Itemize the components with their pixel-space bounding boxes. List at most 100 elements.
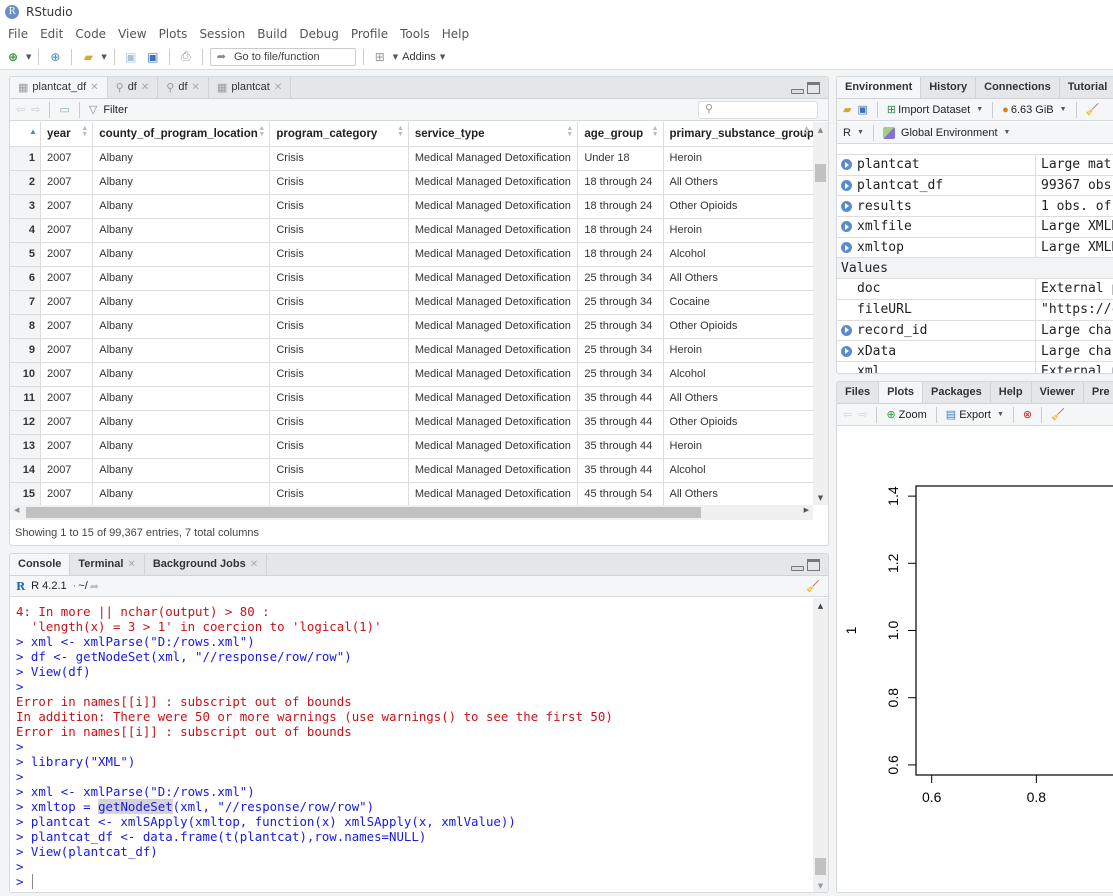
expand-icon[interactable] [841,345,852,357]
env-row[interactable]: xData Large char [837,341,1113,362]
tab-connections[interactable]: Connections [976,77,1060,98]
chevron-down-icon[interactable]: ▼ [101,53,106,61]
sort-icon[interactable]: ▲ ▼ [258,125,265,138]
column-header-county_of_program_location[interactable]: county_of_program_location ▲ ▼ [92,122,271,147]
tab-packages[interactable]: Packages [923,382,991,403]
tab-plantcat_df[interactable]: ▦ plantcat_df ✕ [10,77,108,98]
tab-df[interactable]: ⚲ df ✕ [108,77,159,98]
clear-plots-icon[interactable]: 🧹 [1051,408,1065,421]
minimize-icon[interactable] [791,89,804,94]
memory-usage[interactable]: 6.63 GiB [1011,104,1054,116]
scrollbar-thumb[interactable] [815,164,826,182]
env-row[interactable]: plantcat_df 99367 obs. [837,175,1113,197]
column-header-primary_substance_group[interactable]: primary_substance_group ▲ ▼ [663,122,815,147]
close-icon[interactable]: ✕ [274,82,282,93]
chevron-down-icon[interactable]: ▼ [1004,129,1011,136]
expand-icon[interactable] [841,242,852,254]
tab-df[interactable]: ⚲ df ✕ [158,77,209,98]
sort-icon[interactable]: ▲ ▼ [803,125,810,138]
tab-console[interactable]: Console [10,554,71,575]
expand-icon[interactable] [841,159,852,171]
vertical-scrollbar[interactable]: ▲ ▼ [813,598,828,892]
tab-pre[interactable]: Pre [1084,382,1113,403]
close-icon[interactable]: ✕ [127,559,135,570]
tab-terminal[interactable]: Terminal ✕ [70,554,145,575]
new-file-icon[interactable]: ⊕ [4,49,22,65]
close-icon[interactable]: ✕ [90,82,98,93]
menu-build[interactable]: Build [251,27,293,41]
maximize-icon[interactable] [807,82,820,94]
menu-plots[interactable]: Plots [153,27,194,41]
column-header-program_category[interactable]: program_category ▲ ▼ [269,122,409,147]
open-folder-icon[interactable]: ▰ [843,103,851,116]
zoom-button[interactable]: Zoom [899,409,927,421]
env-row[interactable]: doc External p [837,279,1113,300]
env-row[interactable]: xmltop Large XMLN [837,237,1113,259]
chevron-down-icon[interactable]: ▼ [976,106,983,113]
menu-help[interactable]: Help [436,27,475,41]
row-number-header[interactable]: ▲ [10,122,41,147]
column-header-year[interactable]: year ▲ ▼ [40,122,94,147]
chevron-down-icon[interactable]: ▼ [857,129,864,136]
print-icon[interactable]: ⎙ [177,49,195,65]
menu-profile[interactable]: Profile [345,27,394,41]
sort-icon[interactable]: ▲ ▼ [652,125,659,138]
env-row[interactable]: xmlfile Large XMLD [837,217,1113,238]
tab-background-jobs[interactable]: Background Jobs ✕ [145,554,268,575]
new-project-icon[interactable]: ⊕ [46,49,64,65]
menu-file[interactable]: File [2,27,34,41]
tab-tutorial[interactable]: Tutorial [1060,77,1113,98]
close-icon[interactable]: ✕ [250,559,258,570]
filter-button[interactable]: Filter [103,104,127,116]
save-icon[interactable]: ▣ [857,103,867,116]
column-header-service_type[interactable]: service_type ▲ ▼ [408,122,579,147]
working-directory[interactable]: ~/ [78,580,87,592]
chevron-down-icon[interactable]: ▼ [997,411,1004,418]
tab-history[interactable]: History [921,77,977,98]
tab-environment[interactable]: Environment [837,77,922,98]
scrollbar-thumb[interactable] [815,858,826,875]
go-to-file-input[interactable]: ➦ Go to file/function [209,47,356,66]
scroll-left-icon[interactable]: ◀ [14,506,19,514]
chevron-down-icon[interactable]: ▼ [1060,106,1067,113]
scroll-up-icon[interactable]: ▲ [813,126,828,134]
clear-workspace-icon[interactable]: 🧹 [1086,103,1100,116]
forward-arrow-icon[interactable]: ⇨ [858,408,867,421]
scroll-right-icon[interactable]: ▶ [804,506,809,514]
tab-help[interactable]: Help [991,382,1032,403]
menu-code[interactable]: Code [69,27,112,41]
close-icon[interactable]: ✕ [141,82,149,93]
tab-plantcat[interactable]: ▦ plantcat ✕ [209,77,292,98]
back-arrow-icon[interactable]: ⇦ [16,103,25,116]
tab-files[interactable]: Files [837,382,880,403]
minimize-icon[interactable] [791,566,804,571]
go-to-directory-icon[interactable]: ➦ [90,580,99,593]
env-row[interactable]: record_id Large char [837,320,1113,342]
expand-icon[interactable] [841,221,852,233]
back-arrow-icon[interactable]: ⇦ [843,408,852,421]
menu-edit[interactable]: Edit [34,27,69,41]
horizontal-scrollbar[interactable]: ◀ ▶ [10,505,813,520]
menu-session[interactable]: Session [193,27,251,41]
chevron-down-icon[interactable]: ▼ [393,53,398,61]
remove-plot-icon[interactable]: ⊗ [1023,408,1032,421]
env-row[interactable]: results 1 obs. of [837,196,1113,218]
expand-icon[interactable] [841,180,852,192]
env-row[interactable]: plantcat Large matr [837,155,1113,176]
scrollbar-thumb[interactable] [26,507,701,518]
scroll-down-icon[interactable]: ▼ [813,882,828,890]
export-button[interactable]: Export [959,409,991,421]
addins-button[interactable]: Addins [402,51,436,63]
tab-plots[interactable]: Plots [879,382,923,403]
sort-icon[interactable]: ▲ ▼ [566,125,573,138]
popout-icon[interactable]: ▭ [59,103,69,116]
forward-arrow-icon[interactable]: ⇨ [31,103,40,116]
expand-icon[interactable] [841,200,852,212]
menu-debug[interactable]: Debug [293,27,344,41]
env-row[interactable]: xml External p [837,361,1113,373]
env-row[interactable]: fileURL "https://c [837,299,1113,321]
maximize-icon[interactable] [807,559,820,571]
pane-layout-icon[interactable]: ⊞ [371,49,389,65]
save-all-icon[interactable]: ▣ [144,49,162,65]
tab-viewer[interactable]: Viewer [1032,382,1084,403]
